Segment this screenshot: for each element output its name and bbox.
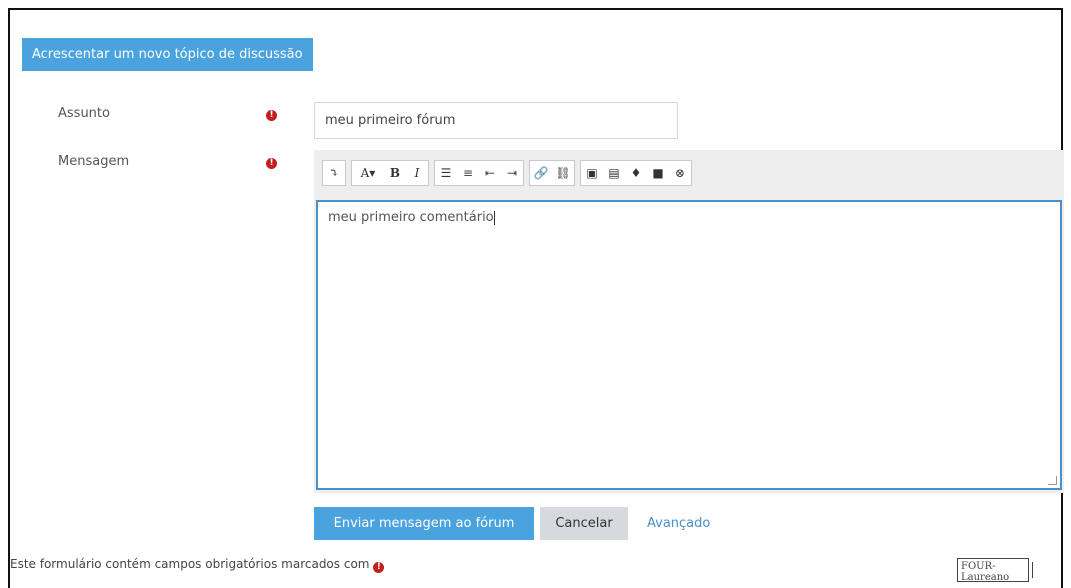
required-note-text: Este formulário contém campos obrigatóri…	[10, 557, 370, 571]
advanced-link[interactable]: Avançado	[647, 507, 710, 540]
italic-icon[interactable]: I	[406, 161, 428, 185]
toolbar-group: ⤵	[322, 160, 346, 186]
message-editor: ⤵ A▾ B I ☰ ≡ ⇤ ⇥ 🔗 ⛓ ▣ ▤ ♦ ■ ⊗ meu primeiro comentário	[314, 150, 1064, 493]
required-icon: !	[373, 562, 385, 573]
toolbar-group: ☰ ≡ ⇤ ⇥	[434, 160, 524, 186]
cancel-button[interactable]: Cancelar	[540, 507, 628, 540]
image-icon[interactable]: ▣	[581, 161, 603, 185]
resize-handle[interactable]	[1048, 476, 1057, 485]
toolbar-group: ▣ ▤ ♦ ■ ⊗	[580, 160, 692, 186]
text-caret	[493, 210, 495, 225]
microphone-icon[interactable]: ♦	[625, 161, 647, 185]
message-text: meu primeiro comentário	[328, 210, 494, 225]
required-icon: !	[266, 110, 277, 121]
media-icon[interactable]: ▤	[603, 161, 625, 185]
add-topic-header: Acrescentar um novo tópico de discussão	[22, 38, 313, 71]
unordered-list-icon[interactable]: ☰	[435, 161, 457, 185]
tooltip-pointer	[1032, 562, 1033, 578]
user-tooltip: FOUR-Laureano	[957, 558, 1029, 583]
video-icon[interactable]: ■	[647, 161, 669, 185]
submit-post-button[interactable]: Enviar mensagem ao fórum	[314, 507, 534, 540]
font-style-icon[interactable]: A▾	[352, 161, 384, 185]
ordered-list-icon[interactable]: ≡	[457, 161, 479, 185]
subject-input[interactable]: meu primeiro fórum	[314, 102, 678, 139]
subject-label: Assunto	[58, 106, 110, 121]
link-icon[interactable]: 🔗	[530, 161, 552, 185]
toolbar-group: A▾ B I	[351, 160, 429, 186]
bold-icon[interactable]: B	[384, 161, 406, 185]
required-fields-note: Este formulário contém campos obrigatóri…	[10, 557, 385, 573]
outdent-icon[interactable]: ⇤	[479, 161, 501, 185]
manage-files-icon[interactable]: ⊗	[669, 161, 691, 185]
message-textarea[interactable]: meu primeiro comentário	[316, 200, 1062, 490]
required-icon: !	[266, 158, 277, 169]
indent-icon[interactable]: ⇥	[501, 161, 523, 185]
collapse-icon[interactable]: ⤵	[323, 161, 345, 185]
toolbar-group: 🔗 ⛓	[529, 160, 575, 186]
editor-toolbar: ⤵ A▾ B I ☰ ≡ ⇤ ⇥ 🔗 ⛓ ▣ ▤ ♦ ■ ⊗	[322, 160, 692, 186]
unlink-icon[interactable]: ⛓	[552, 161, 574, 185]
message-label: Mensagem	[58, 154, 130, 169]
